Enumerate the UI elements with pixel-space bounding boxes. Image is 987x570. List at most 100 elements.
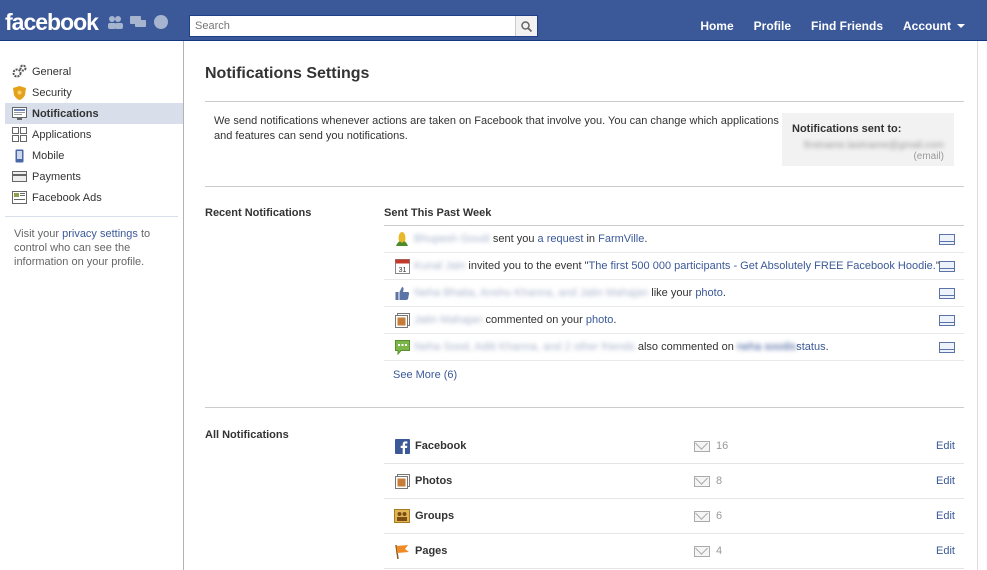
top-nav: Home Profile Find Friends Account [690, 14, 975, 38]
notification-link[interactable]: a request [538, 233, 584, 245]
count-value: 6 [716, 510, 723, 522]
see-more-link[interactable]: See More (6) [384, 361, 964, 381]
sidebar-item-label: Security [32, 86, 72, 99]
privacy-note-pre: Visit your [14, 228, 63, 240]
friend-requests-icon[interactable] [107, 15, 123, 29]
sidebar-item-notifications[interactable]: Notifications [5, 103, 183, 124]
sidebar-item-payments[interactable]: Payments [0, 166, 183, 187]
photo-icon [394, 312, 410, 328]
sidebar-item-applications[interactable]: Applications [0, 124, 183, 145]
nav-account-label: Account [903, 19, 951, 33]
messages-icon[interactable] [130, 15, 146, 29]
sidebar-item-general[interactable]: General [0, 61, 183, 82]
shield-icon [12, 85, 27, 100]
app-name: Pages [415, 545, 448, 557]
sent-to-suffix: (email) [913, 151, 944, 162]
nav-find-friends[interactable]: Find Friends [801, 14, 893, 38]
ads-icon [12, 190, 27, 205]
list-item: 31 Kunal Jain invited you to the event "… [384, 253, 964, 280]
sidebar-item-facebook-ads[interactable]: Facebook Ads [0, 187, 183, 208]
notification-actor[interactable]: Neha Bhatia, Anshu Khanna, and Jatin Mah… [414, 287, 648, 299]
notification-icon [12, 106, 27, 121]
sent-to-label: Notifications sent to: [792, 123, 902, 135]
notification-text: . [825, 341, 829, 353]
caret-down-icon [957, 24, 965, 28]
sidebar-item-security[interactable]: Security [0, 82, 183, 103]
sidebar-item-label: General [32, 65, 72, 78]
app-name: Photos [415, 475, 453, 487]
app-name: Groups [415, 510, 455, 522]
photo-link[interactable]: photo [586, 314, 614, 326]
divider [205, 101, 964, 102]
sidebar-item-mobile[interactable]: Mobile [0, 145, 183, 166]
email-envelope-icon[interactable] [939, 342, 955, 353]
nav-account[interactable]: Account [893, 14, 975, 38]
top-bar: facebook Home Profile Find Friends Accou… [0, 0, 987, 41]
sent-to-email: firstname.lastname@gmail.com [803, 140, 944, 151]
page-scrollbar[interactable] [977, 41, 987, 570]
email-envelope-icon[interactable] [939, 288, 955, 299]
svg-text:31: 31 [398, 267, 406, 274]
list-item: Neha Sood, Aditi Khanna, and 2 other fri… [384, 334, 964, 361]
event-link[interactable]: The first 500 000 participants - Get Abs… [589, 260, 936, 272]
notification-link[interactable]: FarmVille [598, 233, 644, 245]
edit-link[interactable]: Edit [936, 510, 955, 522]
notification-text: like your [648, 287, 696, 299]
sidebar-item-label: Mobile [32, 149, 65, 162]
table-row: Pages 4 Edit [384, 534, 964, 569]
privacy-settings-link[interactable]: privacy settings [62, 228, 138, 240]
envelope-icon [694, 545, 710, 557]
search-icon [521, 20, 532, 32]
envelope-icon [694, 475, 710, 487]
sidebar-item-label: Facebook Ads [32, 191, 102, 204]
sent-to-value: firstname.lastname@gmail.com (email) [792, 140, 944, 162]
nav-home[interactable]: Home [690, 14, 743, 38]
notification-text: invited you to the event " [465, 260, 589, 272]
envelope-icon [694, 440, 710, 452]
privacy-note: Visit your privacy settings to control w… [0, 217, 183, 279]
credit-card-icon [12, 169, 27, 184]
count-value: 16 [716, 440, 729, 452]
notification-actor[interactable]: Bhupesh Goudi [414, 233, 490, 245]
recent-notifications-label: Recent Notifications [205, 207, 312, 219]
email-envelope-icon[interactable] [939, 261, 955, 272]
farmville-corn-icon [394, 231, 410, 247]
like-thumb-icon [394, 285, 410, 301]
facebook-icon [394, 438, 410, 454]
status-link[interactable]: status [796, 341, 825, 353]
mobile-icon [12, 148, 27, 163]
apps-icon [12, 127, 27, 142]
search-box [189, 15, 538, 37]
notification-text: . [644, 233, 648, 245]
table-row: Facebook 16 Edit [384, 429, 964, 464]
notification-actor[interactable]: Kunal Jain [414, 260, 465, 272]
sidebar-item-label: Applications [32, 128, 92, 141]
email-envelope-icon[interactable] [939, 315, 955, 326]
table-row: Photos 8 Edit [384, 464, 964, 499]
email-envelope-icon[interactable] [939, 234, 955, 245]
edit-link[interactable]: Edit [936, 475, 955, 487]
count-value: 4 [716, 545, 723, 557]
app-name: Facebook [415, 440, 467, 452]
search-input[interactable] [190, 16, 515, 36]
facebook-logo[interactable]: facebook [5, 9, 99, 36]
photo-link[interactable]: photo [695, 287, 723, 299]
list-item: Bhupesh Goudi sent you a request in Farm… [384, 226, 964, 253]
email-count: 6 [694, 510, 722, 522]
notification-actor[interactable]: Jatin Mahajan [414, 314, 483, 326]
edit-link[interactable]: Edit [936, 545, 955, 557]
globe-icon[interactable] [153, 15, 169, 29]
jewel-icons [107, 15, 169, 29]
sent-past-week-heading: Sent This Past Week [384, 207, 492, 219]
nav-profile[interactable]: Profile [744, 14, 801, 38]
notification-link[interactable]: neha soodis [737, 341, 796, 353]
divider [205, 407, 964, 408]
notification-text: . [722, 287, 726, 299]
notification-actor[interactable]: Neha Sood, Aditi Khanna, and 2 other fri… [414, 341, 635, 353]
sidebar-item-label: Payments [32, 170, 81, 183]
search-button[interactable] [515, 16, 537, 36]
notification-text: . [613, 314, 617, 326]
table-row: Groups 6 Edit [384, 499, 964, 534]
edit-link[interactable]: Edit [936, 440, 955, 452]
email-count: 16 [694, 440, 728, 452]
